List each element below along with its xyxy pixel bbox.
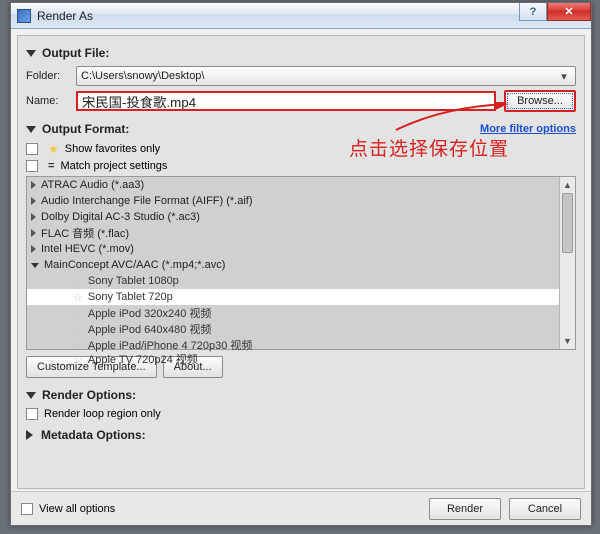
section-metadata-options[interactable]: Metadata Options: [26,428,576,442]
template-item[interactable]: ☆Apple iPod 320x240 视频 [27,305,575,321]
folder-label: Folder: [26,70,76,82]
scroll-up-icon[interactable]: ▲ [560,177,575,193]
section-label: Output File: [42,46,109,60]
cancel-button[interactable]: Cancel [509,498,581,520]
template-item[interactable]: ☆Apple iPad/iPhone 4 720p30 视频 [27,337,575,353]
template-item[interactable]: ☆Sony Tablet 1080p [27,273,575,289]
section-render-options[interactable]: Render Options: [26,388,576,402]
chevron-down-icon: ▾ [557,69,571,83]
folder-value: C:\Users\snowy\Desktop\ [81,70,204,82]
dialog-body: Output File: Folder: C:\Users\snowy\Desk… [17,35,585,489]
section-output-format[interactable]: Output Format: More filter options [26,122,576,136]
template-item[interactable]: ☆Apple iPod 640x480 视频 [27,321,575,337]
section-label: Metadata Options: [41,428,146,442]
scroll-down-icon[interactable]: ▼ [560,333,575,349]
template-item[interactable]: ☆Apple TV 720p24 视频 [27,353,575,365]
star-outline-icon: ☆ [73,291,83,304]
help-button[interactable]: ? [519,3,547,21]
section-label: Render Options: [42,388,136,402]
titlebar[interactable]: Render As ? ✕ [11,3,591,29]
chevron-right-icon [31,181,36,189]
name-label: Name: [26,95,76,107]
dialog-footer: View all options Render Cancel [11,491,591,525]
star-outline-icon: ☆ [73,353,83,365]
chevron-right-icon [31,229,36,237]
view-all-label: View all options [39,503,115,515]
chevron-right-icon [26,430,33,440]
more-filter-link[interactable]: More filter options [480,123,576,135]
equals-icon: = [48,160,54,172]
match-project-label: Match project settings [60,160,167,172]
filename-input[interactable] [76,91,496,111]
folder-dropdown[interactable]: C:\Users\snowy\Desktop\ ▾ [76,66,576,86]
loop-region-label: Render loop region only [44,408,161,420]
chevron-down-icon [26,50,36,57]
chevron-right-icon [31,213,36,221]
render-as-dialog: Render As ? ✕ Output File: Folder: C:\Us… [10,2,592,526]
scroll-thumb[interactable] [562,193,573,253]
scrollbar[interactable]: ▲ ▼ [559,177,575,349]
chevron-down-icon [26,126,36,133]
tree-item[interactable]: ATRAC Audio (*.aa3) [27,177,575,193]
tree-item[interactable]: MainConcept AVC/AAC (*.mp4;*.avc) [27,257,575,273]
tree-item[interactable]: Audio Interchange File Format (AIFF) (*.… [27,193,575,209]
window-buttons: ? ✕ [519,3,591,21]
format-tree[interactable]: ATRAC Audio (*.aa3) Audio Interchange Fi… [26,176,576,350]
star-outline-icon: ☆ [73,339,83,352]
show-favorites-checkbox[interactable] [26,143,38,155]
tree-item[interactable]: Dolby Digital AC-3 Studio (*.ac3) [27,209,575,225]
loop-region-checkbox[interactable] [26,408,38,420]
app-icon [17,9,31,23]
star-outline-icon: ☆ [73,307,83,320]
browse-button[interactable]: Browse... [504,90,576,112]
close-button[interactable]: ✕ [547,3,591,21]
section-output-file[interactable]: Output File: [26,46,576,60]
tree-item[interactable]: Intel HEVC (*.mov) [27,241,575,257]
chevron-right-icon [31,245,36,253]
chevron-down-icon [26,392,36,399]
chevron-down-icon [31,263,39,268]
window-title: Render As [37,9,93,23]
tree-item[interactable]: FLAC 音频 (*.flac) [27,225,575,241]
view-all-checkbox[interactable] [21,503,33,515]
render-button[interactable]: Render [429,498,501,520]
star-icon: ★ [48,142,59,156]
match-project-checkbox[interactable] [26,160,38,172]
chevron-right-icon [31,197,36,205]
show-favorites-label: Show favorites only [65,143,160,155]
star-outline-icon: ☆ [73,323,83,336]
template-item-selected[interactable]: ☆Sony Tablet 720p [27,289,575,305]
star-outline-icon: ☆ [73,275,83,288]
section-label: Output Format: [42,122,129,136]
